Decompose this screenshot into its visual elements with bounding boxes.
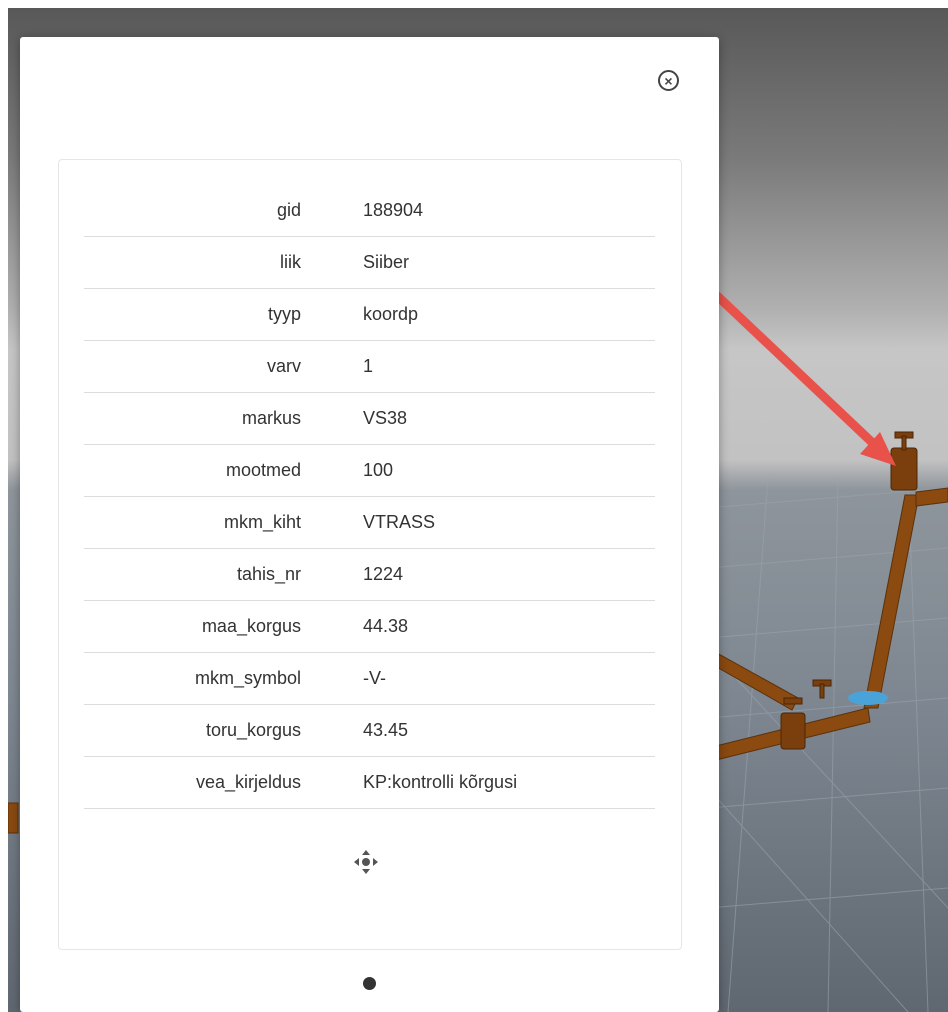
close-button[interactable]: × bbox=[658, 70, 679, 91]
pagination-dot[interactable] bbox=[363, 977, 376, 990]
attribute-value: koordp bbox=[301, 288, 655, 341]
attribute-key: mootmed bbox=[84, 444, 301, 497]
attribute-key: tahis_nr bbox=[84, 548, 301, 601]
attribute-row: gid 188904 bbox=[84, 185, 655, 237]
attribute-row: mootmed 100 bbox=[84, 444, 655, 497]
attribute-key: varv bbox=[84, 340, 301, 393]
attribute-value: 100 bbox=[301, 444, 655, 497]
attribute-row: markus VS38 bbox=[84, 392, 655, 445]
attribute-key: vea_kirjeldus bbox=[84, 756, 301, 809]
attribute-key: maa_korgus bbox=[84, 600, 301, 653]
attribute-row: varv 1 bbox=[84, 340, 655, 393]
attribute-row: mkm_symbol -V- bbox=[84, 652, 655, 705]
move-icon[interactable] bbox=[351, 847, 381, 877]
attribute-value: -V- bbox=[301, 652, 655, 705]
attribute-value: 44.38 bbox=[301, 600, 655, 653]
attribute-key: mkm_symbol bbox=[84, 652, 301, 705]
attribute-table: gid 188904 liik Siiber tyyp koordp varv 1 markus… bbox=[84, 185, 655, 809]
attribute-row: liik Siiber bbox=[84, 236, 655, 289]
attribute-value: 1 bbox=[301, 340, 655, 393]
close-icon: × bbox=[664, 72, 673, 89]
attribute-value: 43.45 bbox=[301, 704, 655, 757]
attribute-value: Siiber bbox=[301, 236, 655, 289]
attribute-value: 188904 bbox=[301, 185, 655, 237]
attribute-value: KP:kontrolli kõrgusi bbox=[301, 756, 655, 809]
attribute-key: tyyp bbox=[84, 288, 301, 341]
attribute-value: VTRASS bbox=[301, 496, 655, 549]
attribute-row: tahis_nr 1224 bbox=[84, 548, 655, 601]
attribute-key: gid bbox=[84, 185, 301, 237]
attribute-value: VS38 bbox=[301, 392, 655, 445]
attribute-key: toru_korgus bbox=[84, 704, 301, 757]
attribute-row: tyyp koordp bbox=[84, 288, 655, 341]
attribute-row: maa_korgus 44.38 bbox=[84, 600, 655, 653]
attribute-row: toru_korgus 43.45 bbox=[84, 704, 655, 757]
selected-valve-highlight bbox=[848, 691, 888, 705]
attribute-row: mkm_kiht VTRASS bbox=[84, 496, 655, 549]
attribute-key: mkm_kiht bbox=[84, 496, 301, 549]
attribute-value: 1224 bbox=[301, 548, 655, 601]
attribute-key: markus bbox=[84, 392, 301, 445]
attribute-row: vea_kirjeldus KP:kontrolli kõrgusi bbox=[84, 756, 655, 809]
red-arrow bbox=[686, 266, 896, 466]
attribute-key: liik bbox=[84, 236, 301, 289]
